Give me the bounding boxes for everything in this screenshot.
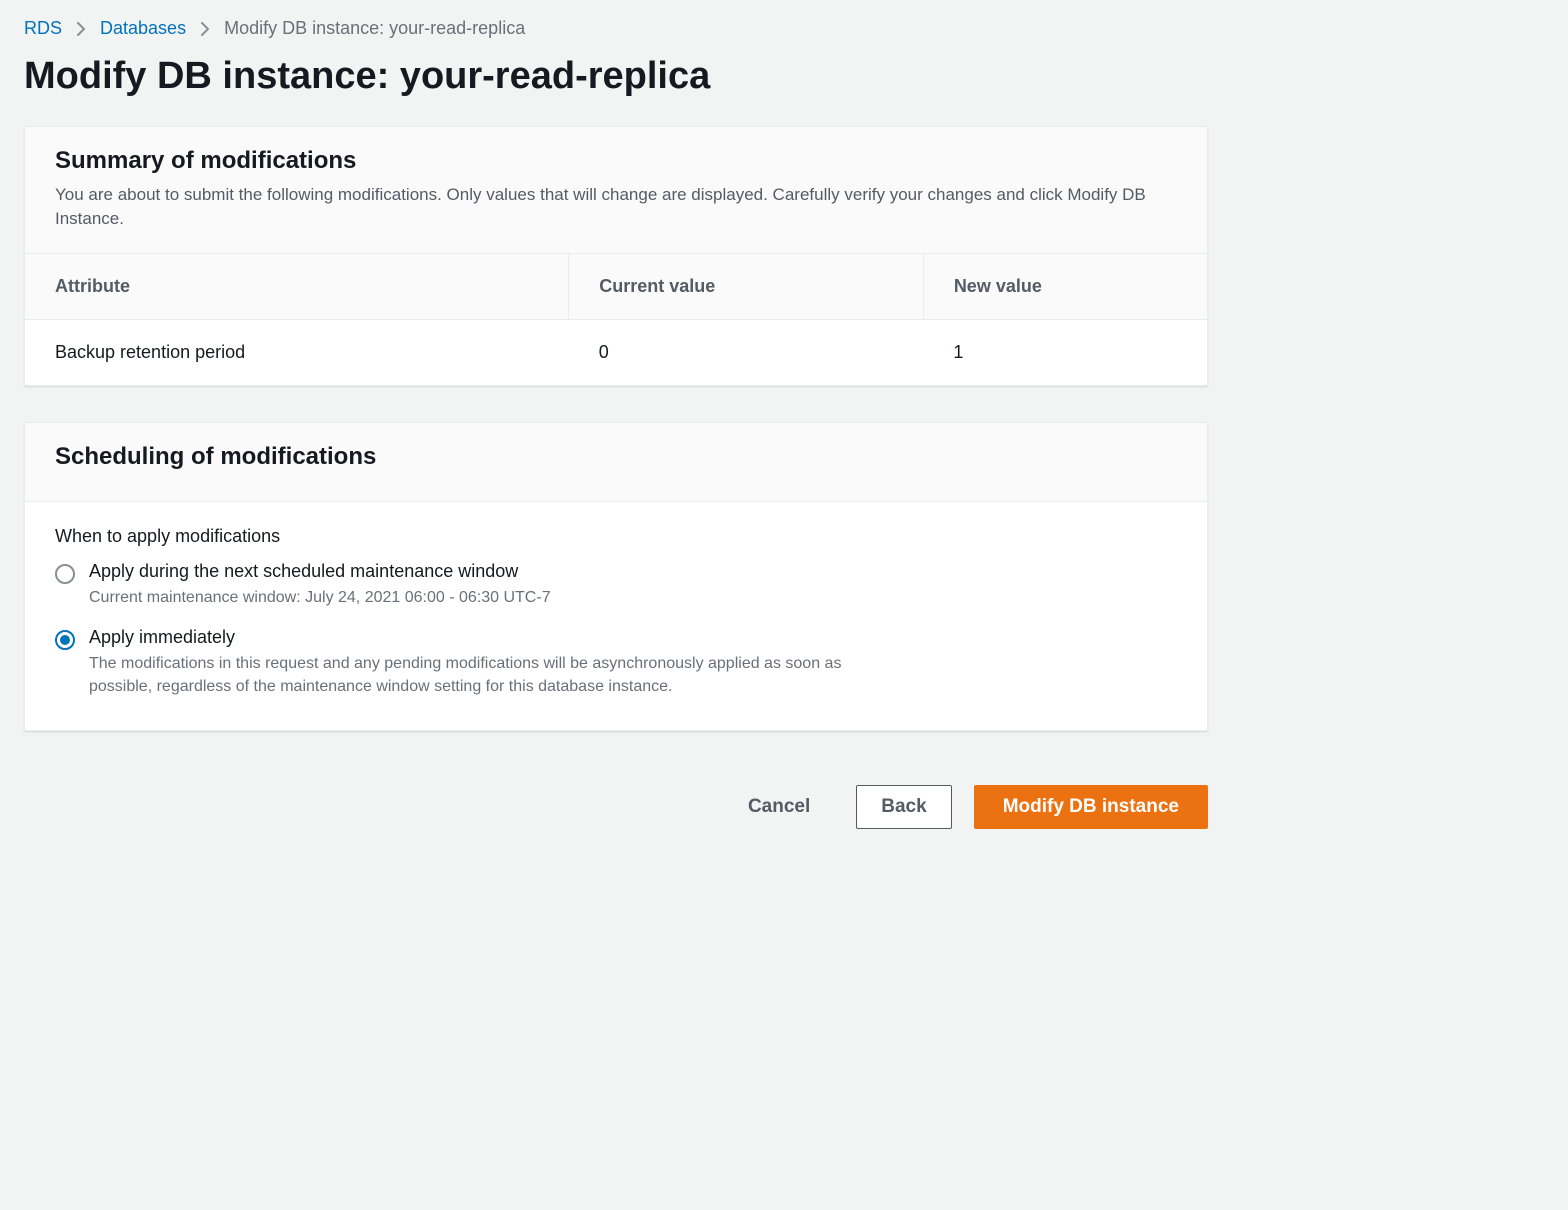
- summary-description: You are about to submit the following mo…: [55, 183, 1177, 231]
- summary-header: Summary of modifications You are about t…: [25, 127, 1207, 254]
- col-new-value: New value: [923, 254, 1207, 320]
- footer-actions: Cancel Back Modify DB instance: [24, 785, 1208, 829]
- radio-icon: [55, 564, 75, 584]
- breadcrumb-current: Modify DB instance: your-read-replica: [224, 18, 525, 39]
- page-title: Modify DB instance: your-read-replica: [24, 55, 1208, 98]
- col-attribute: Attribute: [25, 254, 569, 320]
- chevron-right-icon: [76, 22, 86, 36]
- cancel-button[interactable]: Cancel: [724, 786, 834, 828]
- radio-option-apply-immediately[interactable]: Apply immediately The modifications in t…: [55, 627, 1177, 698]
- breadcrumb-link-databases[interactable]: Databases: [100, 18, 186, 39]
- modifications-table: Attribute Current value New value Backup…: [25, 254, 1207, 385]
- breadcrumb: RDS Databases Modify DB instance: your-r…: [24, 18, 1208, 39]
- scheduling-panel: Scheduling of modifications When to appl…: [24, 422, 1208, 732]
- cell-new: 1: [923, 319, 1207, 385]
- scheduling-body: When to apply modifications Apply during…: [25, 502, 1207, 731]
- radio-icon: [55, 630, 75, 650]
- radio-option-maintenance-window[interactable]: Apply during the next scheduled maintena…: [55, 561, 1177, 609]
- option-description: The modifications in this request and an…: [89, 652, 879, 698]
- scheduling-heading: Scheduling of modifications: [55, 443, 1177, 471]
- summary-heading: Summary of modifications: [55, 147, 1177, 175]
- cell-current: 0: [569, 319, 924, 385]
- scheduling-header: Scheduling of modifications: [25, 423, 1207, 502]
- option-description: Current maintenance window: July 24, 202…: [89, 586, 551, 609]
- scheduling-field-label: When to apply modifications: [55, 526, 1177, 547]
- option-title: Apply immediately: [89, 627, 879, 648]
- table-row: Backup retention period 0 1: [25, 319, 1207, 385]
- col-current-value: Current value: [569, 254, 924, 320]
- summary-panel: Summary of modifications You are about t…: [24, 126, 1208, 386]
- chevron-right-icon: [200, 22, 210, 36]
- breadcrumb-link-rds[interactable]: RDS: [24, 18, 62, 39]
- cell-attribute: Backup retention period: [25, 319, 569, 385]
- back-button[interactable]: Back: [856, 785, 951, 829]
- option-title: Apply during the next scheduled maintena…: [89, 561, 551, 582]
- modify-db-instance-button[interactable]: Modify DB instance: [974, 785, 1208, 829]
